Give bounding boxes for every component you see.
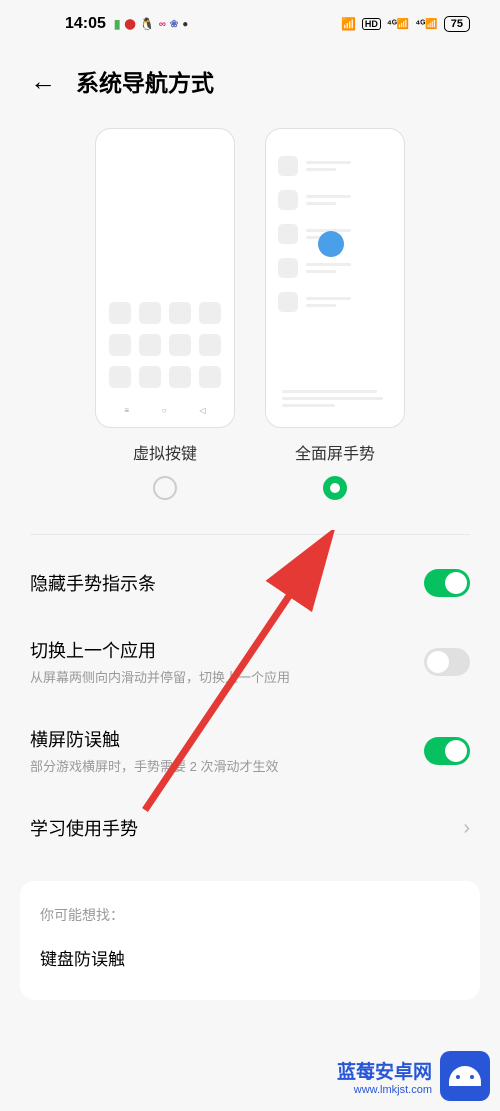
landscape-mistouch-title: 横屏防误触: [30, 726, 278, 752]
suggestion-item-keyboard-mistouch[interactable]: 键盘防误触: [40, 945, 460, 970]
battery-indicator: 75: [444, 16, 470, 32]
setting-learn-gestures[interactable]: 学习使用手势 ›: [30, 795, 470, 861]
status-bar: 14:05 ▮ ⬤ 🐧 ∞ ❀ ● 📶 HD ⁴ᴳ📶 ⁴ᴳ📶 75: [0, 0, 500, 44]
status-left: 14:05 ▮ ⬤ 🐧 ∞ ❀ ●: [65, 15, 188, 33]
page-title: 系统导航方式: [76, 64, 214, 98]
hide-indicator-toggle[interactable]: [424, 569, 470, 597]
chevron-right-icon: ›: [463, 817, 470, 840]
suggestion-card: 你可能想找： 键盘防误触: [20, 881, 480, 1000]
signal-icon-2: ⁴ᴳ📶: [415, 19, 437, 30]
gesture-label: 全面屏手势: [295, 440, 375, 464]
nav-option-fullscreen-gesture[interactable]: 全面屏手势: [265, 128, 405, 500]
hd-icon: HD: [362, 18, 381, 30]
switch-app-toggle[interactable]: [424, 648, 470, 676]
switch-app-title: 切换上一个应用: [30, 637, 290, 663]
gesture-touch-indicator: [318, 231, 344, 257]
virtual-buttons-preview: ≡○◁: [95, 128, 235, 428]
switch-app-subtitle: 从屏幕两侧向内滑动并停留，切换上一个应用: [30, 667, 290, 686]
wifi-icon: 📶: [341, 17, 356, 31]
gesture-preview: [265, 128, 405, 428]
nav-option-virtual-buttons[interactable]: ≡○◁ 虚拟按键: [95, 128, 235, 500]
status-time: 14:05: [65, 15, 106, 33]
navigation-options-group: ≡○◁ 虚拟按键 全面屏手势: [0, 128, 500, 520]
watermark-url: www.lmkjst.com: [337, 1084, 432, 1096]
suggestion-label: 你可能想找：: [40, 905, 460, 925]
setting-switch-app[interactable]: 切换上一个应用 从屏幕两侧向内滑动并停留，切换上一个应用: [30, 617, 470, 706]
watermark-title: 蓝莓安卓网: [337, 1057, 432, 1084]
virtual-buttons-label: 虚拟按键: [133, 440, 197, 464]
virtual-buttons-radio[interactable]: [153, 476, 177, 500]
setting-landscape-mistouch[interactable]: 横屏防误触 部分游戏横屏时，手势需要 2 次滑动才生效: [30, 706, 470, 795]
hide-indicator-title: 隐藏手势指示条: [30, 570, 156, 596]
status-app-icons: ▮ ⬤ 🐧 ∞ ❀ ●: [114, 17, 188, 31]
landscape-mistouch-toggle[interactable]: [424, 737, 470, 765]
learn-gestures-title: 学习使用手势: [30, 815, 138, 841]
divider: [30, 534, 470, 535]
gesture-radio[interactable]: [323, 476, 347, 500]
page-header: ← 系统导航方式: [0, 44, 500, 128]
watermark: 蓝莓安卓网 www.lmkjst.com: [337, 1051, 490, 1101]
status-right: 📶 HD ⁴ᴳ📶 ⁴ᴳ📶 75: [341, 16, 470, 32]
settings-list: 隐藏手势指示条 切换上一个应用 从屏幕两侧向内滑动并停留，切换上一个应用 横屏防…: [0, 549, 500, 861]
landscape-mistouch-subtitle: 部分游戏横屏时，手势需要 2 次滑动才生效: [30, 756, 278, 775]
setting-hide-indicator[interactable]: 隐藏手势指示条: [30, 549, 470, 617]
watermark-logo-icon: [440, 1051, 490, 1101]
signal-icon-1: ⁴ᴳ📶: [387, 19, 409, 30]
back-arrow-icon[interactable]: ←: [30, 66, 56, 97]
